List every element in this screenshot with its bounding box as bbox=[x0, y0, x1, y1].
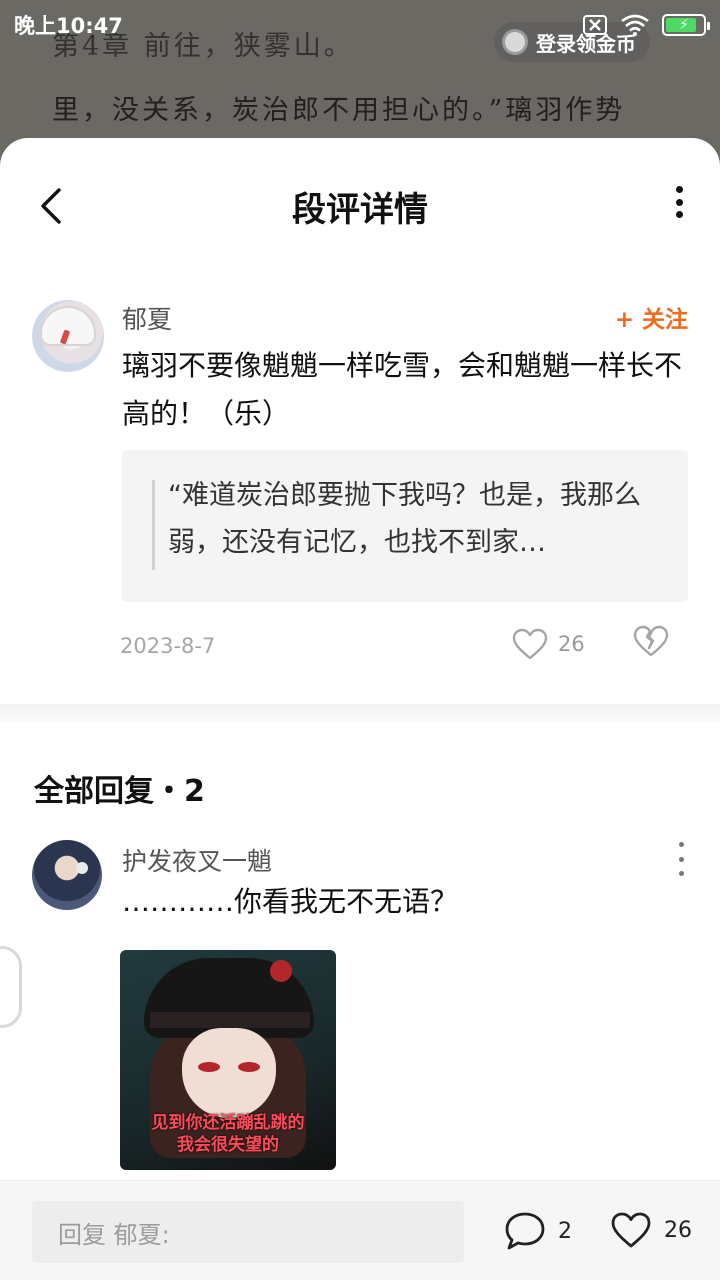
heart-icon bbox=[512, 628, 548, 660]
more-options-button[interactable] bbox=[664, 182, 694, 222]
bottom-like-count: 26 bbox=[664, 1217, 692, 1243]
reply-input[interactable]: 回复 郁夏: bbox=[32, 1201, 464, 1263]
broken-heart-icon bbox=[633, 625, 669, 657]
comment-text: 璃羽不要像魈魈一样吃雪，会和魈魈一样长不高的！（乐） bbox=[122, 349, 683, 430]
comment-detail-sheet: 段评详情 郁夏 + 关注 璃羽不要像魈魈一样吃雪，会和魈魈一样长不高的！（乐） … bbox=[0, 138, 720, 1280]
dislike-button[interactable] bbox=[632, 624, 670, 662]
battery-icon: ⚡ bbox=[662, 14, 710, 36]
comment-date: 2023-8-7 bbox=[120, 634, 216, 658]
reply-username[interactable]: 护发夜叉一魈 bbox=[122, 842, 272, 878]
reply-sticker-image[interactable]: 见到你还活蹦乱跳的 我会很失望的 bbox=[120, 950, 336, 1170]
comment-bubble-icon bbox=[505, 1212, 545, 1250]
section-divider bbox=[0, 704, 720, 722]
follow-button[interactable]: + 关注 bbox=[615, 300, 688, 334]
avatar[interactable] bbox=[32, 840, 102, 910]
comment-count: 2 bbox=[558, 1218, 572, 1244]
sticker-caption: 我会很失望的 bbox=[177, 1135, 279, 1155]
status-bar: 晚上10:47 ⚡ bbox=[0, 0, 720, 50]
bottom-like-button[interactable]: 26 bbox=[610, 1211, 692, 1249]
comment-count-button[interactable]: 2 bbox=[504, 1211, 572, 1251]
wifi-icon bbox=[621, 14, 649, 36]
bottom-reply-bar: 回复 郁夏: 2 26 bbox=[0, 1180, 720, 1280]
reply-text: …………你看我无不无语？ bbox=[122, 885, 459, 918]
sheet-header: 段评详情 bbox=[0, 138, 720, 272]
main-comment: 郁夏 + 关注 璃羽不要像魈魈一样吃雪，会和魈魈一样长不高的！（乐） “难道炭治… bbox=[0, 272, 720, 704]
quote-text: “难道炭治郎要抛下我吗？也是，我那么弱，还没有记忆，也找不到家… bbox=[168, 480, 641, 558]
reply-more-button[interactable] bbox=[676, 842, 686, 876]
reply-item: 护发夜叉一魈 …………你看我无不无语？ 见到你还活蹦乱跳的 我会很失望的 bbox=[0, 828, 720, 1188]
edge-scroll-handle[interactable] bbox=[0, 946, 22, 1028]
heart-icon bbox=[611, 1212, 651, 1248]
comment-username[interactable]: 郁夏 bbox=[122, 300, 172, 336]
quote-bar bbox=[152, 480, 155, 570]
status-time: 晚上10:47 bbox=[14, 14, 123, 38]
quoted-passage[interactable]: “难道炭治郎要抛下我吗？也是，我那么弱，还没有记忆，也找不到家… bbox=[122, 450, 688, 602]
like-count: 26 bbox=[558, 632, 585, 656]
sim-off-icon bbox=[583, 15, 607, 35]
like-button[interactable]: 26 bbox=[512, 628, 585, 660]
avatar[interactable] bbox=[32, 300, 104, 372]
status-icons: ⚡ bbox=[582, 14, 710, 36]
page-title: 段评详情 bbox=[292, 190, 428, 230]
replies-title: 全部回复・2 bbox=[34, 774, 205, 809]
